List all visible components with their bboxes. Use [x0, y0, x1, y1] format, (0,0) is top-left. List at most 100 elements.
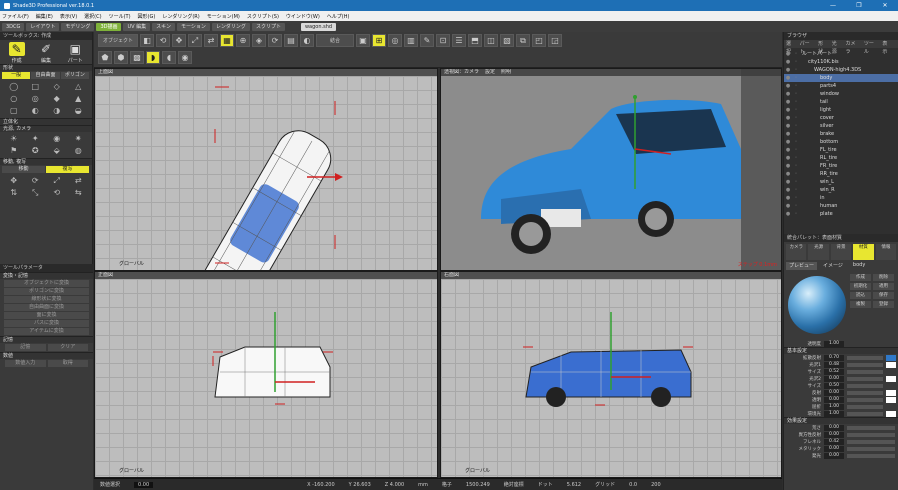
combine-select[interactable]: 結合 [316, 34, 354, 47]
status-select-value[interactable]: 0.00 [134, 481, 154, 488]
material-button[interactable]: 読込 [850, 292, 871, 299]
tree-item[interactable]: ● ◦ window [784, 90, 898, 98]
prop-slider[interactable] [847, 376, 883, 381]
tool-icon[interactable]: ◆ [47, 94, 67, 104]
lock-icon[interactable]: ◦ [792, 130, 800, 138]
toolbar-icon[interactable]: ⟳ [268, 34, 282, 47]
tree-item[interactable]: ● ◦ win_R [784, 186, 898, 194]
eye-icon[interactable]: ● [784, 114, 792, 122]
tree-item[interactable]: ● ◦ light [784, 106, 898, 114]
prop-slider[interactable] [847, 369, 883, 374]
toolbar-icon[interactable]: ◈ [252, 34, 266, 47]
memory-clear-button[interactable]: クリア [47, 344, 88, 351]
palette-tab[interactable]: 背景 [830, 244, 852, 260]
prop-value[interactable]: 0.52 [824, 368, 844, 375]
toolbar-icon[interactable]: ◧ [140, 34, 154, 47]
mode-0[interactable]: ✎ 作成 [4, 42, 30, 64]
tool-icon[interactable]: △ [69, 82, 89, 92]
viewport-side[interactable]: 右面図 グローバル [440, 271, 782, 478]
lock-icon[interactable]: ◦ [792, 90, 800, 98]
tool-icon[interactable]: ○ [4, 94, 24, 104]
prop-slider[interactable] [847, 362, 883, 367]
eye-icon[interactable]: ● [784, 74, 792, 82]
tool-icon[interactable]: ✥ [4, 176, 24, 186]
prop-value[interactable]: 0.42 [824, 438, 844, 445]
subtab[interactable]: 一般 [2, 72, 31, 79]
memory-store-button[interactable]: 記憶 [5, 344, 46, 351]
workspace-tab[interactable]: 3DCG [2, 22, 25, 31]
toolbar-icon[interactable]: ⬒ [468, 34, 482, 47]
lock-icon[interactable]: ◦ [792, 154, 800, 162]
tool-icon[interactable]: ⟳ [26, 176, 46, 186]
prop-value[interactable]: 0.00 [824, 452, 844, 459]
lock-icon[interactable]: ◦ [792, 194, 800, 202]
lock-icon[interactable]: ◦ [792, 122, 800, 130]
material-button[interactable]: 削除 [873, 274, 894, 281]
tool-icon[interactable]: ◐ [26, 106, 46, 116]
tree-item[interactable]: ● ◦ city110K.bis [784, 58, 898, 66]
toolbar-icon[interactable]: ◫ [484, 34, 498, 47]
subtab[interactable]: ポリゴン [60, 72, 89, 79]
material-button[interactable]: 複製 [850, 301, 871, 308]
numeric-get-button[interactable]: 取得 [47, 360, 88, 367]
toolbar-icon[interactable]: ✎ [420, 34, 434, 47]
tool-icon[interactable]: ⇅ [4, 188, 24, 198]
prop-slider[interactable] [847, 439, 895, 444]
menu-view[interactable]: 表示(V) [60, 13, 77, 20]
toolbar-icon[interactable]: ◲ [548, 34, 562, 47]
menu-tool[interactable]: ツール(T) [109, 13, 131, 20]
document-tab[interactable]: wagon.shd [300, 22, 337, 31]
units-select[interactable]: mm [418, 482, 428, 488]
workspace-tab[interactable]: スキン [152, 22, 176, 31]
palette-tab[interactable]: 材質 [853, 244, 874, 260]
tree-item[interactable]: ● ◦ RL_tire [784, 154, 898, 162]
lock-icon[interactable]: ◦ [792, 98, 800, 106]
prop-slider[interactable] [847, 390, 883, 395]
eye-icon[interactable]: ● [784, 50, 792, 58]
tool-icon[interactable]: ◑ [47, 106, 67, 116]
material-button[interactable]: 適用 [873, 283, 894, 290]
alpha-value[interactable]: 1.00 [824, 340, 844, 347]
tree-item[interactable]: ● ◦ win_L [784, 178, 898, 186]
workspace-tab[interactable]: 3D描画 [96, 22, 122, 31]
prop-value[interactable]: 0.70 [824, 354, 844, 361]
eye-icon[interactable]: ● [784, 66, 792, 74]
subtab[interactable]: 自由曲面 [31, 72, 60, 79]
toolbar-icon[interactable]: ⟲ [156, 34, 170, 47]
toolbar-icon[interactable]: ⇄ [204, 34, 218, 47]
prop-color-swatch[interactable] [886, 396, 896, 403]
palette-tab[interactable]: 光源 [808, 244, 829, 260]
tree-item[interactable]: ● ◦ cover [784, 114, 898, 122]
viewport-light[interactable]: 照明 [501, 69, 511, 75]
tool-icon[interactable]: ◎ [26, 94, 46, 104]
viewport-top[interactable]: 上面図 グローバル [94, 68, 438, 271]
lock-icon[interactable]: ◦ [792, 66, 800, 74]
lock-icon[interactable]: ◦ [792, 82, 800, 90]
tool-icon[interactable]: ⇄ [69, 176, 89, 186]
lock-icon[interactable]: ◦ [792, 170, 800, 178]
toolbar-icon[interactable]: ◉ [178, 51, 192, 64]
tree-item[interactable]: ● ◦ RR_tire [784, 170, 898, 178]
workspace-tab[interactable]: UV 編集 [123, 22, 151, 31]
prop-slider[interactable] [847, 355, 883, 360]
menu-file[interactable]: ファイル(F) [2, 13, 29, 20]
workspace-tab[interactable]: レンダリング [211, 22, 250, 31]
toolbar-icon[interactable]: ✥ [172, 34, 186, 47]
tool-icon[interactable]: ▲ [69, 94, 89, 104]
material-button[interactable]: 登録 [873, 301, 894, 308]
tree-item[interactable]: ● ◦ FR_tire [784, 162, 898, 170]
toolbar-icon[interactable]: ▣ [356, 34, 370, 47]
toolbar-icon[interactable]: ▥ [404, 34, 418, 47]
toolbar-icon[interactable]: ▩ [130, 51, 144, 64]
prop-slider[interactable] [847, 453, 895, 458]
toolbar-icon[interactable]: ▦ [220, 34, 234, 47]
toolbar-icon[interactable]: ◐ [300, 34, 314, 47]
tool-icon[interactable]: ◉ [47, 134, 67, 144]
eye-icon[interactable]: ● [784, 210, 792, 218]
tree-item[interactable]: ● ◦ silver [784, 122, 898, 130]
menu-select[interactable]: 選択(C) [84, 13, 101, 20]
lock-icon[interactable]: ◦ [792, 146, 800, 154]
prop-value[interactable]: 0.00 [824, 431, 844, 438]
prop-slider[interactable] [847, 411, 883, 416]
prop-value[interactable]: 1.00 [824, 410, 844, 417]
